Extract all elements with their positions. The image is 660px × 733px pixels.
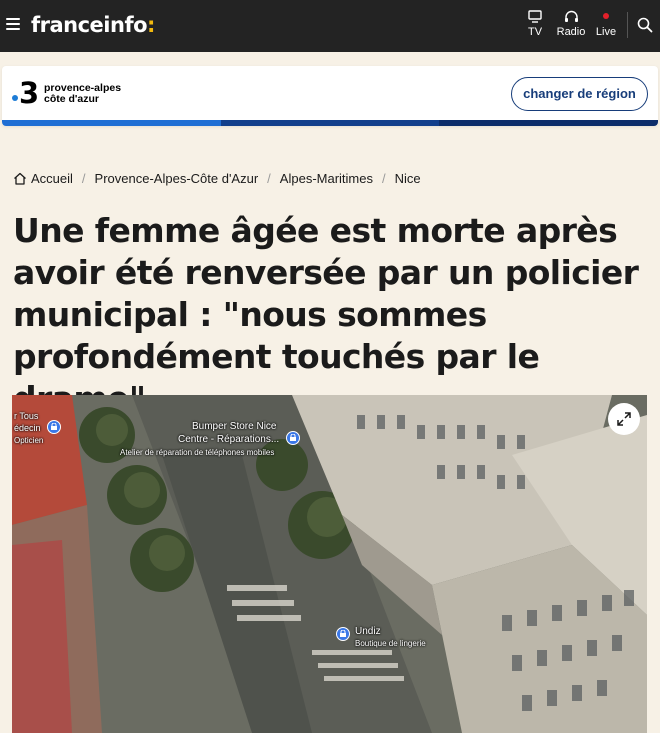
breadcrumb-city[interactable]: Nice bbox=[395, 171, 421, 186]
headphones-icon bbox=[564, 10, 578, 22]
nav-tv-label: TV bbox=[527, 26, 543, 38]
nav-radio-label: Radio bbox=[556, 26, 586, 38]
map-label: Undiz bbox=[355, 626, 381, 637]
breadcrumb-region[interactable]: Provence-Alpes-Côte d'Azur bbox=[95, 171, 259, 186]
breadcrumb-separator: / bbox=[81, 171, 86, 186]
map-label: Centre - Réparations... bbox=[178, 434, 280, 445]
nav-live-label: Live bbox=[595, 26, 617, 38]
region-name: provence-alpes côte d'azur bbox=[44, 82, 122, 105]
map-label: Bumper Store Nice bbox=[192, 421, 277, 432]
fullscreen-button[interactable] bbox=[608, 403, 640, 435]
live-dot-icon bbox=[603, 13, 609, 19]
top-header: franceinfo: TV Radio Live bbox=[0, 0, 660, 52]
map-label: Boutique de lingerie bbox=[355, 639, 426, 648]
search-icon bbox=[637, 17, 653, 33]
article-hero-image[interactable]: r Tous édecin Opticien Bumper Store Nice… bbox=[12, 395, 647, 733]
search-button[interactable] bbox=[637, 17, 653, 38]
aerial-street-view bbox=[12, 395, 647, 733]
breadcrumb-separator: / bbox=[381, 171, 386, 186]
map-label: Atelier de réparation de téléphones mobi… bbox=[120, 448, 275, 457]
nav-live[interactable]: Live bbox=[586, 10, 626, 39]
breadcrumb-home[interactable]: Accueil bbox=[13, 171, 73, 186]
menu-icon[interactable] bbox=[6, 16, 22, 30]
map-pin-icon[interactable] bbox=[47, 420, 61, 434]
map-label: édecin bbox=[14, 423, 41, 433]
map-label: Opticien bbox=[14, 436, 44, 445]
expand-icon bbox=[617, 412, 631, 426]
home-icon bbox=[14, 172, 26, 185]
region-color-stripes bbox=[2, 120, 658, 126]
breadcrumb-department[interactable]: Alpes-Maritimes bbox=[280, 171, 373, 186]
header-divider bbox=[627, 12, 628, 38]
map-pin-icon[interactable] bbox=[336, 627, 350, 641]
breadcrumb-separator: / bbox=[267, 171, 271, 186]
article-title: Une femme âgée est morte après avoir été… bbox=[13, 211, 639, 418]
map-pin-icon[interactable] bbox=[286, 431, 300, 445]
region-banner: 3 provence-alpes côte d'azur changer de … bbox=[2, 66, 658, 126]
nav-radio[interactable]: Radio bbox=[551, 10, 591, 39]
franceinfo-logo[interactable]: franceinfo: bbox=[31, 12, 155, 38]
change-region-button[interactable]: changer de région bbox=[511, 77, 648, 111]
france3-region-logo[interactable]: 3 provence-alpes côte d'azur bbox=[12, 76, 162, 110]
tv-icon bbox=[528, 10, 542, 23]
france3-dot-icon bbox=[12, 95, 18, 101]
breadcrumb: Accueil / Provence-Alpes-Côte d'Azur / A… bbox=[13, 171, 421, 186]
nav-tv[interactable]: TV bbox=[515, 10, 555, 39]
france3-number: 3 bbox=[19, 76, 40, 110]
map-label: r Tous bbox=[14, 411, 39, 421]
